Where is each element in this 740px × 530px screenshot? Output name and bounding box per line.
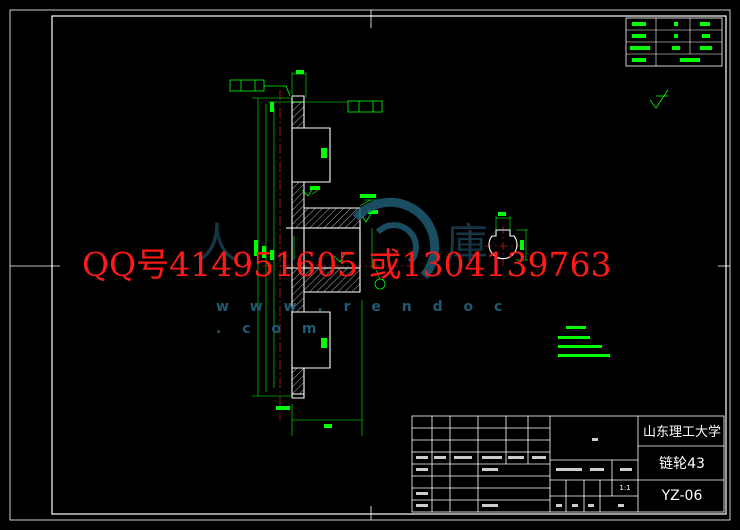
cad-drawing-canvas: 人 庫 [9, 9, 731, 521]
title-block-scale: 1:1 [619, 484, 631, 492]
svg-text:人: 人 [196, 219, 238, 268]
parameter-table [625, 17, 723, 67]
tolerance-frame-left [229, 79, 291, 97]
datum-a-marker [374, 269, 386, 290]
section-view [262, 90, 412, 420]
svg-text:庫: 庫 [446, 219, 488, 268]
title-block-part-name: 链轮43 [659, 456, 705, 472]
drawing-frame [9, 9, 731, 521]
keyway-bore-view [484, 212, 528, 268]
title-block-drawing-code: YZ-06 [661, 488, 703, 504]
technical-notes [558, 326, 610, 357]
tolerance-frame-right [347, 100, 383, 113]
dimension-texts [254, 70, 378, 428]
title-block-school: 山东理工大学 [642, 425, 721, 440]
